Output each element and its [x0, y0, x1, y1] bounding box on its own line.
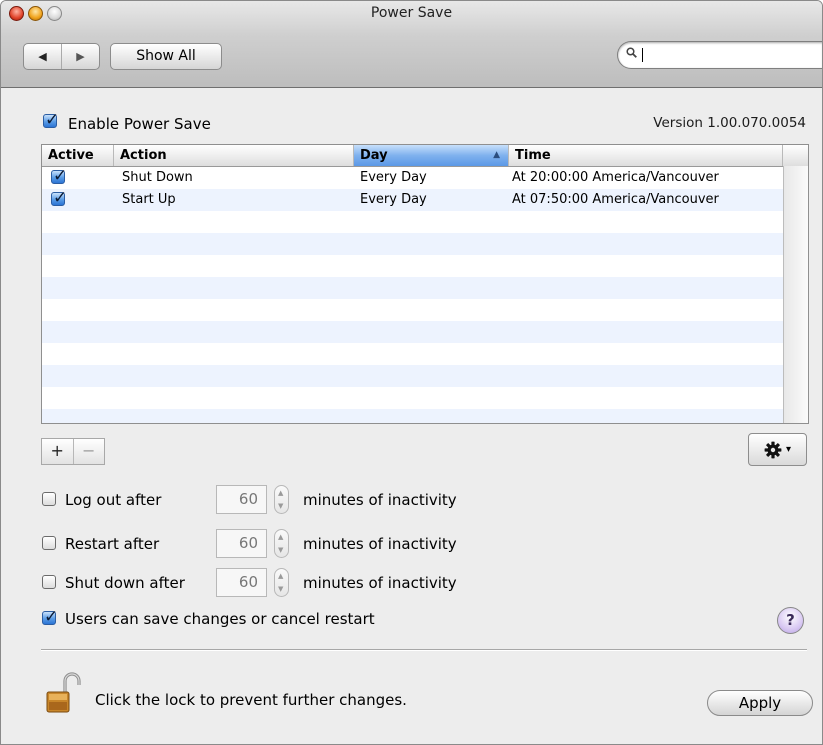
forward-button[interactable]: ▶	[62, 44, 99, 69]
restart-checkbox[interactable]	[42, 536, 56, 550]
add-event-button[interactable]: +	[42, 439, 74, 464]
table-row[interactable]: Start Up Every Day At 07:50:00 America/V…	[42, 188, 783, 211]
stepper-up-icon: ▲	[278, 572, 284, 580]
dropdown-arrow-icon: ▾	[785, 444, 792, 455]
empty-row	[42, 321, 783, 343]
users-can-cancel-checkbox[interactable]	[42, 607, 58, 627]
preferences-window: Power Save ◀ ▶ Show All Enable Power Sav…	[0, 0, 823, 745]
row-action: Shut Down	[122, 170, 193, 185]
gear-icon	[764, 441, 782, 458]
title-bar: Power Save ◀ ▶ Show All	[1, 1, 822, 88]
enable-power-save-label: Enable Power Save	[68, 115, 211, 133]
stepper-down-icon: ▼	[278, 585, 284, 593]
log-out-minutes-field[interactable]: 60	[216, 485, 267, 514]
empty-row	[42, 277, 783, 299]
window-title: Power Save	[370, 5, 453, 21]
column-header-day[interactable]: Day ▲	[354, 145, 509, 166]
forward-arrow-icon: ▶	[76, 50, 85, 63]
stepper-up-icon: ▲	[278, 489, 284, 497]
restart-label: Restart after	[65, 535, 160, 553]
empty-row	[42, 409, 783, 423]
row-action: Start Up	[122, 192, 176, 207]
row-time: At 20:00:00 America/Vancouver	[512, 170, 719, 185]
column-header-time[interactable]: Time	[509, 145, 783, 166]
empty-row	[42, 387, 783, 409]
restart-suffix: minutes of inactivity	[303, 535, 457, 553]
log-out-minutes-stepper[interactable]: ▲ ▼	[274, 485, 289, 514]
back-forward-group: ◀ ▶	[23, 43, 100, 70]
restart-minutes-stepper[interactable]: ▲ ▼	[274, 529, 289, 558]
add-remove-group: + −	[41, 438, 105, 465]
help-button[interactable]: ?	[777, 607, 804, 634]
table-header: Active Action Day ▲ Time	[42, 145, 808, 167]
shut-down-checkbox[interactable]	[42, 575, 56, 589]
show-all-button[interactable]: Show All	[110, 43, 222, 70]
text-cursor	[642, 48, 643, 62]
log-out-suffix: minutes of inactivity	[303, 491, 457, 509]
search-icon	[626, 47, 637, 58]
empty-row	[42, 343, 783, 365]
back-arrow-icon: ◀	[38, 50, 47, 63]
shut-down-suffix: minutes of inactivity	[303, 574, 457, 592]
divider	[41, 649, 807, 651]
empty-row	[42, 255, 783, 277]
empty-row	[42, 211, 783, 233]
apply-button[interactable]: Apply	[707, 690, 813, 716]
stepper-down-icon: ▼	[278, 546, 284, 554]
empty-row	[42, 233, 783, 255]
row-time: At 07:50:00 America/Vancouver	[512, 192, 719, 207]
column-header-action[interactable]: Action	[114, 145, 354, 166]
row-active-checkbox[interactable]	[51, 188, 67, 208]
action-menu-button[interactable]: ▾	[748, 433, 807, 466]
column-header-day-label: Day	[360, 148, 388, 163]
column-header-active[interactable]: Active	[42, 145, 114, 166]
lock-message: Click the lock to prevent further change…	[95, 691, 407, 709]
empty-row	[42, 299, 783, 321]
shut-down-minutes-stepper[interactable]: ▲ ▼	[274, 568, 289, 597]
empty-row	[42, 365, 783, 387]
unlocked-lock-icon[interactable]	[45, 671, 81, 713]
log-out-checkbox[interactable]	[42, 492, 56, 506]
log-out-label: Log out after	[65, 491, 162, 509]
enable-power-save-checkbox[interactable]	[43, 110, 59, 130]
schedule-table: Active Action Day ▲ Time Shut Down Every…	[41, 144, 809, 424]
stepper-down-icon: ▼	[278, 502, 284, 510]
row-day: Every Day	[360, 170, 427, 185]
stepper-up-icon: ▲	[278, 533, 284, 541]
vertical-scrollbar[interactable]	[783, 166, 808, 423]
users-can-cancel-label: Users can save changes or cancel restart	[65, 610, 375, 628]
version-label: Version 1.00.070.0054	[653, 115, 806, 131]
row-day: Every Day	[360, 192, 427, 207]
sort-ascending-icon: ▲	[493, 150, 500, 160]
row-active-checkbox[interactable]	[51, 166, 67, 186]
remove-event-button[interactable]: −	[74, 439, 105, 464]
shut-down-minutes-field[interactable]: 60	[216, 568, 267, 597]
table-row[interactable]: Shut Down Every Day At 20:00:00 America/…	[42, 166, 783, 189]
back-button[interactable]: ◀	[24, 44, 62, 69]
search-field[interactable]	[617, 41, 822, 69]
column-header-corner	[783, 145, 808, 166]
shut-down-label: Shut down after	[65, 574, 185, 592]
restart-minutes-field[interactable]: 60	[216, 529, 267, 558]
